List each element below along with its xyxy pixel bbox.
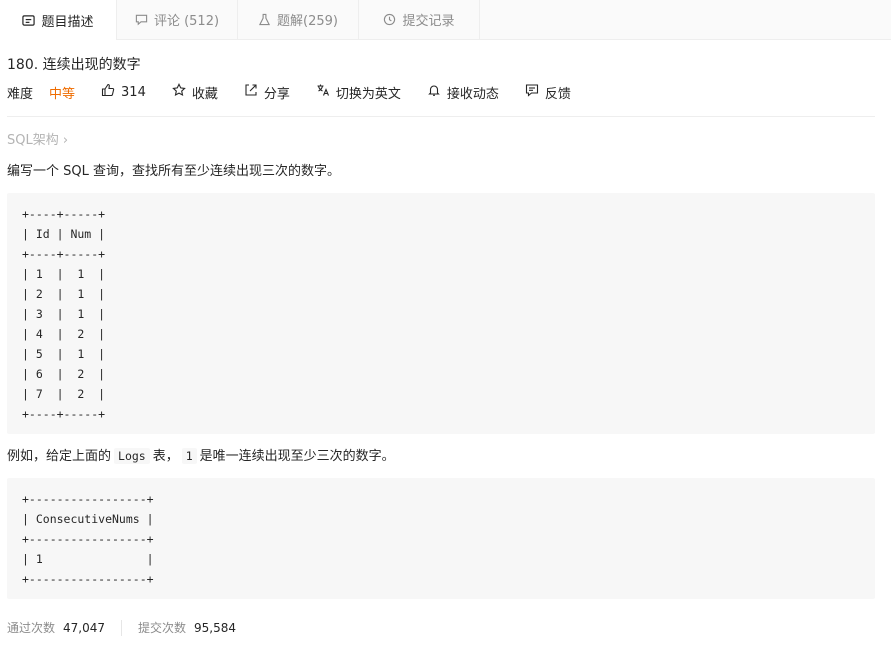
- problem-content: 180. 连续出现的数字 难度 中等 314 收藏 分享 切换为英文 接收动态 …: [0, 56, 891, 636]
- problem-meta: 难度 中等 314 收藏 分享 切换为英文 接收动态 反馈: [7, 83, 875, 117]
- tab-bar: 题目描述 评论 (512) 题解(259) 提交记录: [0, 0, 891, 40]
- result-table-example: +-----------------+ | ConsecutiveNums | …: [7, 478, 875, 599]
- breadcrumb[interactable]: SQL架构 ›: [7, 132, 875, 150]
- submission-stats: 通过次数 47,047 提交次数 95,584: [7, 619, 875, 636]
- difficulty-label: 难度: [7, 86, 34, 102]
- star-icon: [172, 83, 186, 101]
- notify-button[interactable]: 接收动态: [427, 83, 499, 102]
- example-explanation: 例如，给定上面的 Logs 表， 1 是唯一连续出现至少三次的数字。: [7, 447, 875, 466]
- tab-submissions[interactable]: 提交记录: [359, 0, 480, 39]
- submitted-count: 95,584: [194, 620, 237, 635]
- example-suffix: 是唯一连续出现至少三次的数字。: [199, 449, 395, 464]
- like-count: 314: [121, 84, 146, 100]
- share-label: 分享: [263, 86, 290, 102]
- favorite-button[interactable]: 收藏: [172, 83, 218, 102]
- feedback-button[interactable]: 反馈: [525, 83, 571, 102]
- share-icon: [244, 83, 258, 101]
- tab-label: 评论 (512): [153, 14, 220, 29]
- accepted-label: 通过次数: [7, 621, 56, 635]
- tab-label: 提交记录: [402, 14, 455, 29]
- comment-icon: [135, 13, 148, 26]
- tab-comments[interactable]: 评论 (512): [117, 0, 238, 39]
- problem-description: 编写一个 SQL 查询，查找所有至少连续出现三次的数字。: [7, 164, 340, 179]
- example-prefix: 例如，给定上面的: [7, 449, 112, 464]
- feedback-label: 反馈: [544, 86, 571, 102]
- switch-language-button[interactable]: 切换为英文: [316, 83, 401, 102]
- accepted-count: 47,047: [63, 620, 106, 635]
- logs-table-example: +----+-----+ | Id | Num | +----+-----+ |…: [7, 193, 875, 434]
- share-button[interactable]: 分享: [244, 83, 290, 102]
- submitted-label: 提交次数: [138, 621, 187, 635]
- clock-icon: [383, 13, 396, 26]
- difficulty-value: 中等: [49, 86, 76, 102]
- example-value: 1: [181, 448, 197, 464]
- logs-table-name: Logs: [114, 448, 150, 464]
- tab-description[interactable]: 题目描述: [0, 0, 117, 40]
- tab-label: 题目描述: [41, 14, 94, 30]
- example-mid: 表，: [152, 449, 179, 464]
- switch-language-label: 切换为英文: [335, 86, 401, 102]
- difficulty: 难度 中等: [7, 83, 75, 102]
- bell-icon: [427, 83, 441, 101]
- translate-icon: [316, 83, 330, 101]
- thumbs-up-icon: [101, 83, 115, 101]
- flask-icon: [258, 13, 271, 26]
- tab-label: 题解(259): [277, 14, 338, 29]
- favorite-label: 收藏: [191, 86, 218, 102]
- notify-label: 接收动态: [446, 86, 499, 102]
- description-icon: [22, 14, 36, 27]
- like-button[interactable]: 314: [101, 83, 146, 101]
- feedback-icon: [525, 83, 539, 101]
- problem-title: 180. 连续出现的数字: [7, 57, 141, 73]
- tab-solutions[interactable]: 题解(259): [238, 0, 359, 39]
- stats-divider: [121, 619, 123, 636]
